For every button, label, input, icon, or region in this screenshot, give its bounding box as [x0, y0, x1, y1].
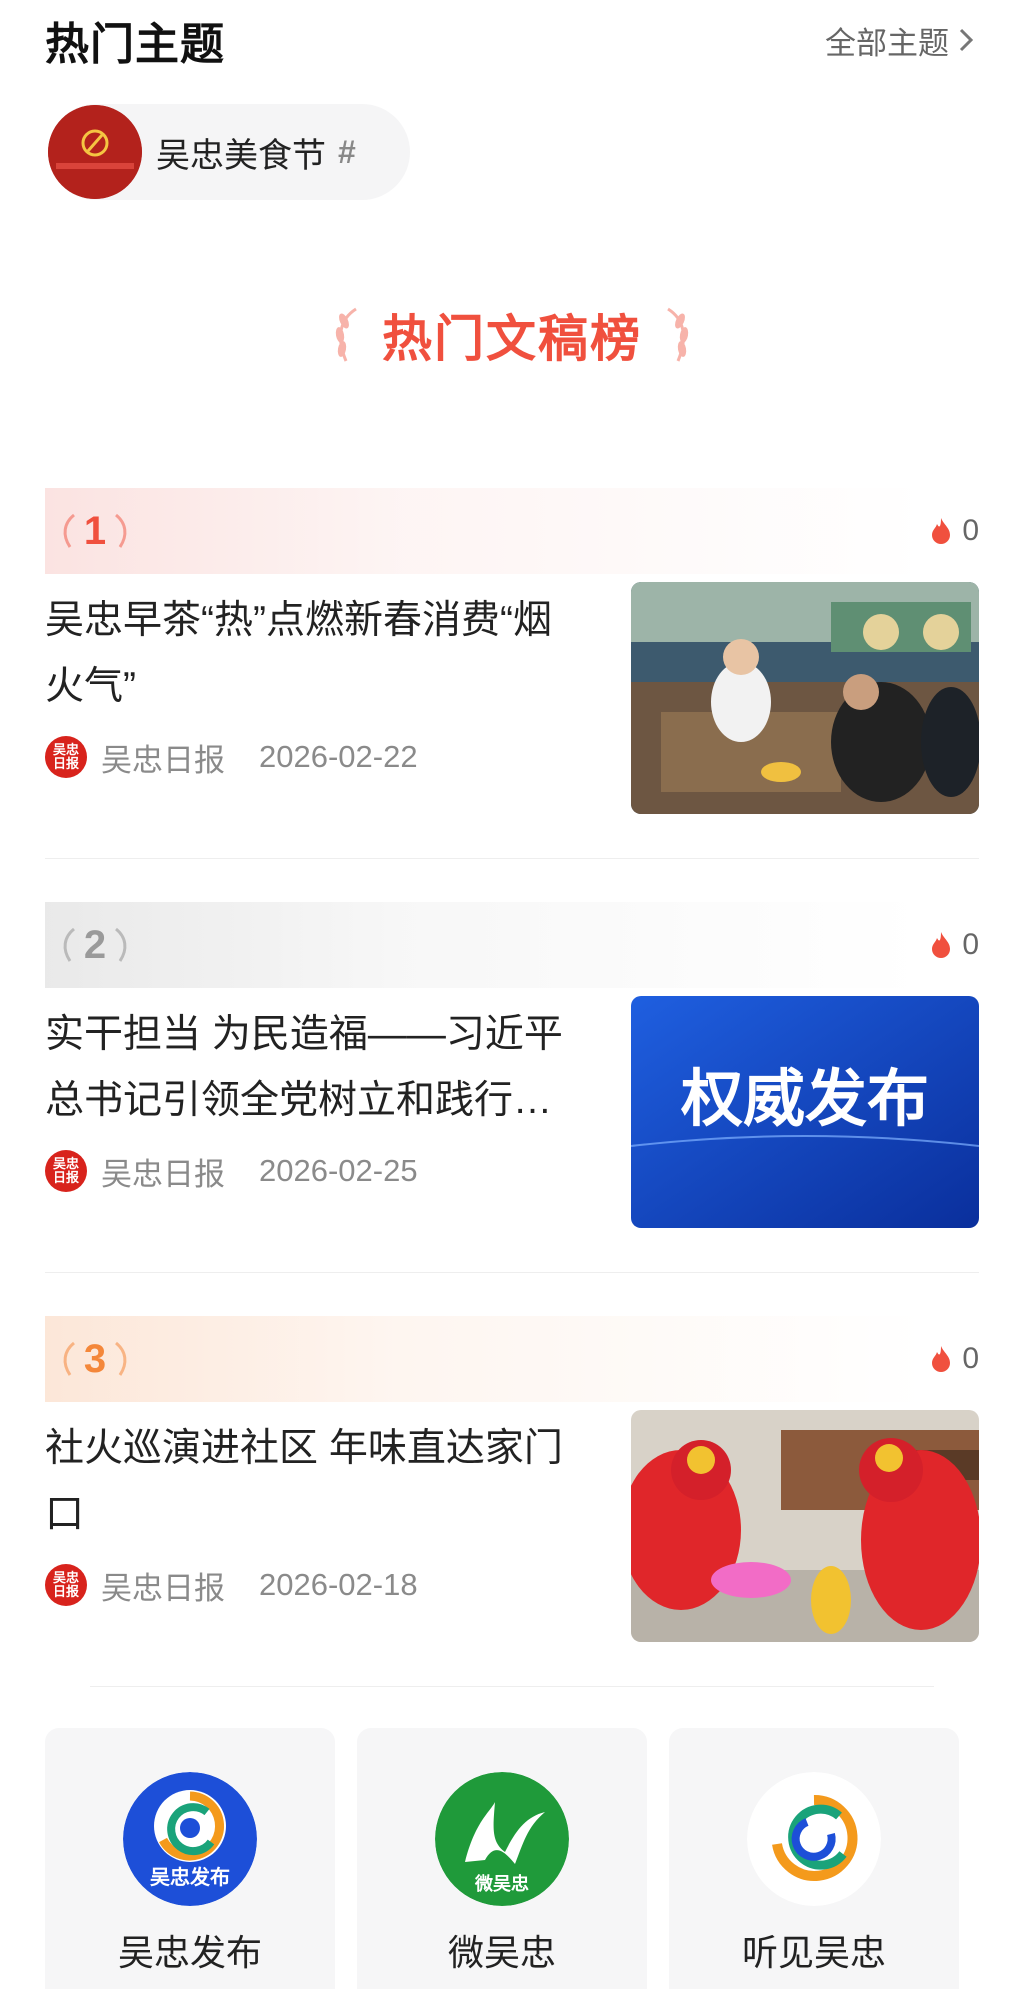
wei-wuzhong-logo: 微吴忠	[435, 1772, 569, 1906]
article-title[interactable]: 社火巡演进社区 年味直达家门口	[45, 1416, 590, 1548]
flame-icon	[932, 518, 951, 544]
rank-number: 2	[83, 922, 107, 967]
rank-strip	[45, 1316, 925, 1402]
service-card-wuzhong-release[interactable]: 吴忠发布 吴忠发布	[45, 1728, 335, 1989]
service-name: 听见吴忠	[741, 1932, 886, 1973]
article-meta: 吴忠 日报 吴忠日报 2026-02-22	[45, 732, 418, 782]
svg-text:微吴忠: 微吴忠	[474, 1873, 529, 1895]
rank-badge: 1	[45, 488, 145, 574]
official-release-banner: 权威发布	[631, 996, 979, 1228]
right-laurel-icon	[667, 307, 689, 362]
article-thumbnail[interactable]	[631, 1410, 979, 1642]
laurel-left-icon	[63, 513, 75, 548]
service-name: 微吴忠	[447, 1932, 556, 1973]
service-card-wei-wuzhong[interactable]: 微吴忠 微吴忠	[357, 1728, 647, 1989]
services-row: 吴忠发布 吴忠发布 微吴忠 微吴忠 听见吴忠 更多	[45, 1728, 979, 1989]
service-card-listen-wuzhong[interactable]: 听见吴忠	[669, 1728, 959, 1989]
divider	[45, 1272, 979, 1273]
article-source: 吴忠日报	[101, 1570, 225, 1606]
article-thumbnail[interactable]: 权威发布	[631, 996, 979, 1228]
article-source: 吴忠日报	[101, 1156, 225, 1192]
hot-count: 0	[930, 920, 979, 970]
hot-count-value: 0	[962, 1342, 979, 1375]
all-topics-label: 全部主题	[825, 25, 949, 61]
article-meta: 吴忠 日报 吴忠日报 2026-02-18	[45, 1560, 418, 1610]
laurel-right-icon	[115, 513, 127, 548]
restaurant-photo	[631, 582, 979, 814]
wuzhong-release-logo: 吴忠发布	[123, 1772, 257, 1906]
divider	[45, 858, 979, 859]
rank-badge: 3	[45, 1316, 145, 1402]
article-title[interactable]: 吴忠早茶“热”点燃新春消费“烟火气”	[45, 588, 590, 720]
hash-icon: #	[338, 133, 356, 170]
laurel-right-icon	[115, 927, 127, 962]
party-emblem-icon	[48, 105, 142, 199]
hot-count: 0	[930, 1334, 979, 1384]
ranking-title: 热门文稿榜	[382, 311, 642, 367]
article-date: 2026-02-25	[259, 1153, 418, 1188]
ranking-banner: 热门文稿榜	[0, 300, 1024, 370]
source-logo-icon: 吴忠 日报	[45, 736, 87, 778]
article-title[interactable]: 实干担当 为民造福——习近平总书记引领全党树立和践行正确政绩观	[45, 1002, 590, 1134]
article-meta: 吴忠 日报 吴忠日报 2026-02-25	[45, 1146, 418, 1196]
flame-icon	[932, 932, 951, 958]
hot-count-value: 0	[962, 928, 979, 961]
topic-avatar	[48, 105, 142, 199]
hot-count-value: 0	[962, 514, 979, 547]
hot-topics-header: 热门主题 全部主题	[45, 10, 979, 70]
article-item[interactable]: 1 0 吴忠早茶“热”点燃新春消费“烟火气” 吴忠 日报 吴忠日报 2026-02…	[45, 488, 979, 828]
flame-icon	[932, 1346, 951, 1372]
rank-number: 3	[83, 1336, 107, 1381]
article-source: 吴忠日报	[101, 742, 225, 778]
topic-chip[interactable]: 吴忠美食节 #	[48, 104, 410, 200]
source-logo-icon: 吴忠 日报	[45, 1150, 87, 1192]
laurel-left-icon	[63, 1341, 75, 1376]
left-laurel-icon	[335, 307, 357, 362]
rank-strip	[45, 488, 925, 574]
rank-number: 1	[83, 508, 107, 553]
article-item[interactable]: 3 0 社火巡演进社区 年味直达家门口 吴忠 日报 吴忠日报 2026-02-18	[45, 1316, 979, 1656]
listen-wuzhong-logo	[747, 1772, 881, 1906]
topic-label: 吴忠美食节	[156, 136, 326, 175]
all-topics-link[interactable]: 全部主题	[825, 18, 979, 63]
rank-strip	[45, 902, 925, 988]
section-title: 热门主题	[45, 20, 225, 69]
svg-text:吴忠发布: 吴忠发布	[150, 1865, 230, 1889]
chevron-right-icon	[959, 28, 974, 52]
hot-count: 0	[930, 506, 979, 556]
laurel-right-icon	[115, 1341, 127, 1376]
article-item[interactable]: 2 0 实干担当 为民造福——习近平总书记引领全党树立和践行正确政绩观 吴忠日报…	[45, 902, 979, 1242]
article-date: 2026-02-18	[259, 1567, 418, 1602]
source-logo-icon: 吴忠 日报	[45, 1564, 87, 1606]
rank-badge: 2	[45, 902, 145, 988]
article-thumbnail[interactable]	[631, 582, 979, 814]
laurel-left-icon	[63, 927, 75, 962]
thumb-caption: 权威发布	[680, 1062, 929, 1135]
article-date: 2026-02-22	[259, 739, 418, 774]
service-name: 吴忠发布	[117, 1932, 262, 1973]
lion-dance-photo	[631, 1410, 979, 1642]
divider	[90, 1686, 934, 1687]
